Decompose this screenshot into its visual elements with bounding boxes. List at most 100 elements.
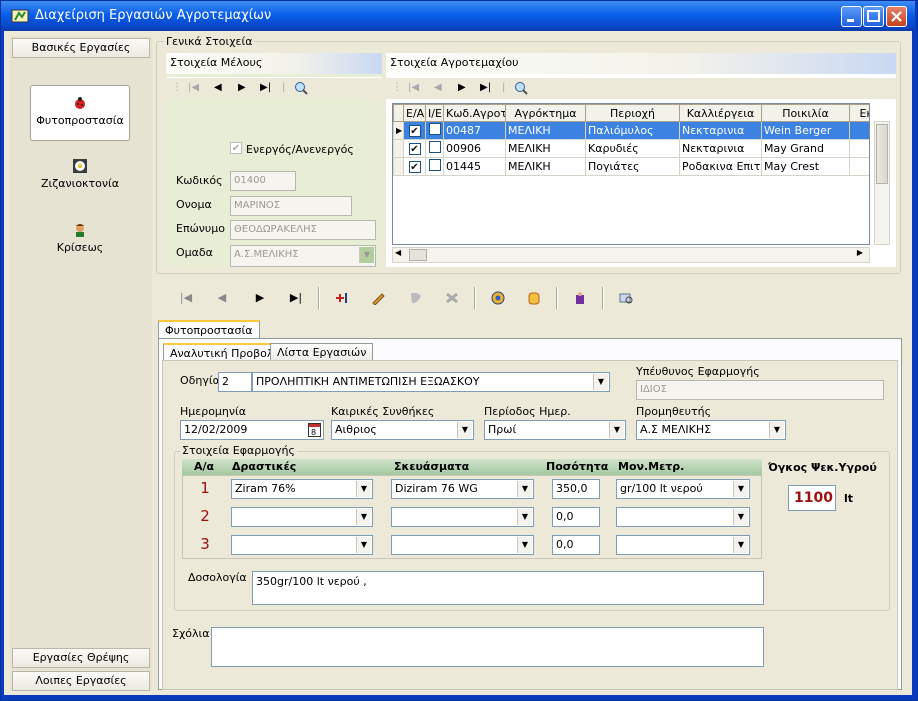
unit-select[interactable]: gr/100 lt νερού bbox=[616, 479, 750, 499]
col-header[interactable]: Ε/Α bbox=[403, 104, 426, 122]
period-select[interactable]: Πρωί bbox=[484, 420, 626, 440]
surname-field[interactable]: ΘΕΟΔΩΡΑΚΕΛΗΣ bbox=[230, 220, 376, 240]
ie-checkbox[interactable] bbox=[428, 159, 441, 171]
quantity-field[interactable]: 0,0 bbox=[552, 535, 600, 555]
comments-field[interactable] bbox=[211, 627, 764, 667]
cell-variety[interactable]: May Grand bbox=[761, 139, 850, 158]
scroll-right-icon[interactable]: ▶ bbox=[857, 248, 863, 257]
cell-extra[interactable] bbox=[849, 139, 869, 158]
col-header[interactable]: Ι/Ε bbox=[425, 104, 444, 122]
responsible-field[interactable]: ΙΔΙΟΣ bbox=[636, 380, 884, 400]
chevron-down-icon[interactable] bbox=[733, 481, 748, 497]
group-select[interactable]: Α.Σ.ΜΕΛΙΚΗΣ bbox=[230, 245, 376, 267]
prev-record-icon[interactable]: ◀ bbox=[434, 82, 442, 93]
first-record-icon[interactable]: |◀ bbox=[178, 291, 194, 305]
supplier-select[interactable]: Α.Σ ΜΕΛΙΚΗΣ bbox=[636, 420, 786, 440]
table-row[interactable]: ✔ 00906 ΜΕΛΙΚΗ Καρυδιές Νεκταρινια May G… bbox=[393, 139, 869, 158]
chevron-down-icon[interactable] bbox=[356, 481, 371, 497]
chevron-down-icon[interactable] bbox=[359, 247, 374, 263]
cell-extra[interactable] bbox=[849, 121, 869, 140]
chevron-down-icon[interactable] bbox=[517, 537, 532, 553]
col-header[interactable]: Ποικιλία bbox=[761, 104, 850, 122]
ea-checkbox[interactable]: ✔ bbox=[408, 143, 421, 155]
wizard-icon[interactable] bbox=[572, 291, 588, 305]
cell-code[interactable]: 01445 bbox=[443, 157, 506, 176]
cell-variety[interactable]: Wein Berger bbox=[761, 121, 850, 140]
nav-item-assessment[interactable]: Κρίσεως bbox=[30, 213, 130, 269]
vertical-scrollbar[interactable] bbox=[874, 121, 890, 245]
quantity-field[interactable]: 350,0 bbox=[552, 479, 600, 499]
minimize-button[interactable] bbox=[841, 6, 862, 27]
active-substance-select[interactable] bbox=[231, 535, 373, 555]
chevron-down-icon[interactable] bbox=[593, 374, 608, 390]
last-record-icon[interactable]: ▶| bbox=[288, 291, 304, 305]
table-row[interactable]: ✔ 01445 ΜΕΛΙΚΗ Πογιάτες Ροδακινα Επιτρ M… bbox=[393, 157, 869, 176]
col-header[interactable]: Κωδ.Αγροτ. bbox=[443, 104, 506, 122]
next-record-icon[interactable]: ▶ bbox=[238, 82, 246, 93]
ie-checkbox[interactable] bbox=[428, 123, 441, 135]
date-field[interactable]: 12/02/2009 8 bbox=[180, 420, 324, 440]
nav-header-nutrition[interactable]: Εργασίες Θρέψης bbox=[12, 648, 150, 668]
product-select[interactable] bbox=[391, 507, 534, 527]
tab-detailed-view[interactable]: Αναλυτική Προβολή bbox=[163, 343, 288, 361]
cell-farm[interactable]: ΜΕΛΙΚΗ bbox=[505, 121, 586, 140]
calendar-icon[interactable]: 8 bbox=[308, 423, 321, 437]
cell-area[interactable]: Παλιόμυλος bbox=[585, 121, 680, 140]
directive-select[interactable]: ΠΡΟΛΗΠΤΙΚΗ ΑΝΤΙΜΕΤΩΠΙΣΗ ΕΞΩΑΣΚΟΥ bbox=[252, 372, 610, 392]
chevron-down-icon[interactable] bbox=[356, 537, 371, 553]
quantity-field[interactable]: 0,0 bbox=[552, 507, 600, 527]
product-select[interactable] bbox=[391, 535, 534, 555]
save-icon[interactable] bbox=[408, 291, 424, 305]
cell-farm[interactable]: ΜΕΛΙΚΗ bbox=[505, 139, 586, 158]
tab-plant-protection[interactable]: Φυτοπροστασία bbox=[158, 320, 260, 338]
nav-header-basic[interactable]: Βασικές Εργασίες bbox=[12, 38, 150, 58]
cell-area[interactable]: Πογιάτες bbox=[585, 157, 680, 176]
product-select[interactable]: Diziram 76 WG bbox=[391, 479, 534, 499]
chevron-down-icon[interactable] bbox=[609, 422, 624, 438]
volume-field[interactable]: 1100 bbox=[788, 485, 836, 511]
unit-select[interactable] bbox=[616, 535, 750, 555]
last-record-icon[interactable]: ▶| bbox=[260, 82, 271, 93]
cell-area[interactable]: Καρυδιές bbox=[585, 139, 680, 158]
add-record-icon[interactable] bbox=[334, 291, 350, 305]
nav-item-plant-protection[interactable]: Φυτοπροστασία bbox=[30, 85, 130, 141]
search-icon[interactable] bbox=[294, 81, 308, 95]
scroll-left-icon[interactable]: ◀ bbox=[395, 248, 401, 257]
active-substance-select[interactable] bbox=[231, 507, 373, 527]
edit-record-icon[interactable] bbox=[370, 291, 386, 305]
next-record-icon[interactable]: ▶ bbox=[458, 82, 466, 93]
active-checkbox[interactable]: ✔ bbox=[230, 141, 242, 154]
prev-record-icon[interactable]: ◀ bbox=[214, 82, 222, 93]
refresh-icon[interactable] bbox=[490, 291, 506, 305]
table-row[interactable]: ▶ ✔ 00487 ΜΕΛΙΚΗ Παλιόμυλος Νεκταρινια W… bbox=[393, 121, 869, 140]
col-header[interactable]: Περιοχή bbox=[585, 104, 680, 122]
ie-checkbox[interactable] bbox=[428, 141, 441, 153]
first-record-icon[interactable]: |◀ bbox=[408, 82, 419, 93]
cell-code[interactable]: 00487 bbox=[443, 121, 506, 140]
cell-code[interactable]: 00906 bbox=[443, 139, 506, 158]
chevron-down-icon[interactable] bbox=[517, 509, 532, 525]
cell-crop[interactable]: Νεκταρινια bbox=[679, 139, 762, 158]
horizontal-scrollbar[interactable]: ◀ ▶ bbox=[392, 247, 870, 263]
active-substance-select[interactable]: Ziram 76% bbox=[231, 479, 373, 499]
first-record-icon[interactable]: |◀ bbox=[188, 82, 199, 93]
unit-select[interactable] bbox=[616, 507, 750, 527]
col-header[interactable]: Εκτ bbox=[849, 104, 869, 122]
cell-crop[interactable]: Ροδακινα Επιτρ bbox=[679, 157, 762, 176]
last-record-icon[interactable]: ▶| bbox=[480, 82, 491, 93]
ea-checkbox[interactable]: ✔ bbox=[408, 161, 421, 173]
cell-crop[interactable]: Νεκταρινια bbox=[679, 121, 762, 140]
cell-variety[interactable]: May Crest bbox=[761, 157, 850, 176]
nav-header-other[interactable]: Λοιπες Εργασίες bbox=[12, 671, 150, 691]
chevron-down-icon[interactable] bbox=[356, 509, 371, 525]
cell-farm[interactable]: ΜΕΛΙΚΗ bbox=[505, 157, 586, 176]
code-field[interactable]: 01400 bbox=[230, 171, 296, 191]
dosage-field[interactable]: 350gr/100 lt νερού , bbox=[252, 571, 764, 605]
scrollbar-thumb[interactable] bbox=[409, 249, 427, 261]
scrollbar-thumb[interactable] bbox=[876, 124, 888, 184]
chevron-down-icon[interactable] bbox=[769, 422, 784, 438]
chevron-down-icon[interactable] bbox=[517, 481, 532, 497]
maximize-button[interactable] bbox=[863, 6, 884, 27]
col-header[interactable]: Καλλιέργεια bbox=[679, 104, 762, 122]
nav-item-weed-control[interactable]: Ζιζανιοκτονία bbox=[30, 149, 130, 205]
